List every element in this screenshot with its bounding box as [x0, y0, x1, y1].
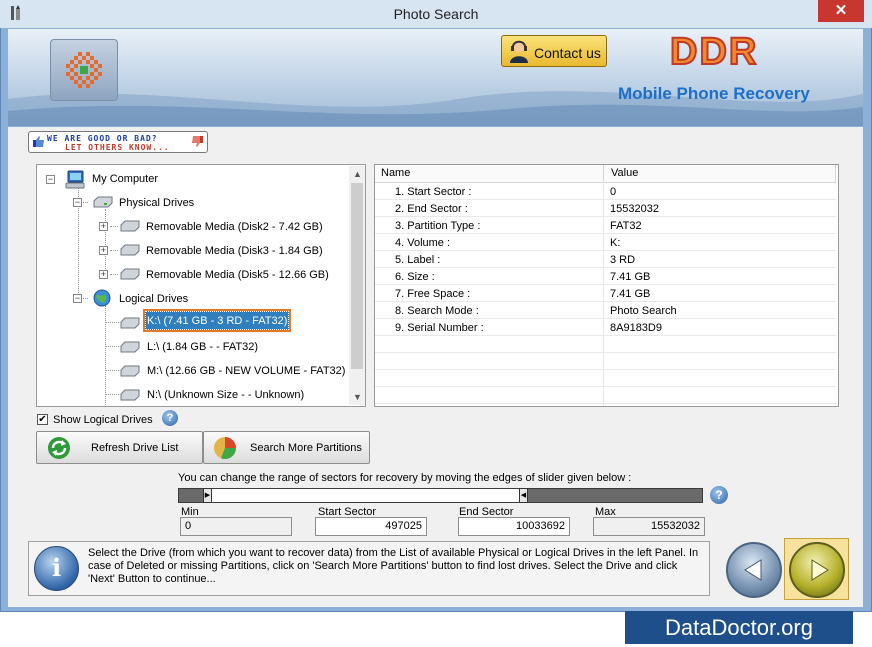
- checker-logo-icon: [66, 52, 102, 88]
- tree-item-physical-drives[interactable]: Physical Drives: [119, 197, 194, 209]
- min-field: 0: [180, 517, 292, 536]
- slider-end-handle[interactable]: ◀: [519, 488, 528, 503]
- tree-collapse-toggle[interactable]: −: [73, 294, 82, 303]
- table-cell-name: 1. Start Sector :: [395, 186, 472, 198]
- drive-icon: [120, 389, 140, 401]
- drive-icon: [120, 244, 140, 256]
- drive-icon: [120, 268, 140, 280]
- refresh-drive-list-button[interactable]: Refresh Drive List: [36, 431, 203, 464]
- column-header-value[interactable]: Value: [611, 167, 638, 179]
- tree-item-physical-drive[interactable]: Removable Media (Disk3 - 1.84 GB): [146, 245, 323, 257]
- back-arrow-icon: [744, 559, 762, 581]
- thumbs-down-icon: [192, 136, 203, 147]
- table-cell-name: 2. End Sector :: [395, 203, 468, 215]
- tree-item-physical-drive[interactable]: Removable Media (Disk2 - 7.42 GB): [146, 221, 323, 233]
- table-cell-name: 3. Partition Type :: [395, 220, 481, 232]
- contact-us-label: Contact us: [534, 45, 601, 61]
- tree-item-physical-drive[interactable]: Removable Media (Disk5 - 12.66 GB): [146, 269, 329, 281]
- table-cell-value: FAT32: [610, 220, 642, 232]
- instructions-text: Select the Drive (from which you want to…: [88, 547, 699, 585]
- brand-logo-text: DDR: [669, 30, 759, 74]
- show-logical-label[interactable]: Show Logical Drives: [53, 414, 153, 426]
- table-header: Name Value: [375, 165, 836, 183]
- tree-expand-toggle[interactable]: +: [99, 222, 108, 231]
- tree-item-logical-drive[interactable]: M:\ (12.66 GB - NEW VOLUME - FAT32): [147, 365, 345, 377]
- rate-us-line1: WE ARE GOOD OR BAD?: [47, 134, 158, 143]
- start-sector-input[interactable]: 497025: [315, 517, 427, 536]
- tree-scrollbar-thumb[interactable]: [351, 183, 363, 369]
- table-cell-value: K:: [610, 237, 621, 249]
- tree-expand-toggle[interactable]: +: [99, 270, 108, 279]
- info-icon: i: [34, 546, 79, 591]
- drive-tree[interactable]: − My Computer − Physical Drives + Remova…: [36, 164, 366, 407]
- refresh-button-label: Refresh Drive List: [91, 442, 179, 454]
- table-cell-name: 6. Size :: [395, 271, 435, 283]
- window-title: Photo Search: [393, 6, 479, 22]
- tree-collapse-toggle[interactable]: −: [46, 175, 55, 184]
- tree-item-logical-drive[interactable]: L:\ (1.84 GB - - FAT32): [147, 341, 258, 353]
- table-cell-value: 3 RD: [610, 254, 636, 266]
- close-button[interactable]: ✕: [818, 0, 864, 22]
- table-cell-name: 7. Free Space :: [395, 288, 471, 300]
- next-button[interactable]: [789, 542, 845, 598]
- product-tagline: Mobile Phone Recovery: [618, 84, 810, 103]
- refresh-icon: [48, 437, 70, 459]
- header-banner: Contact us DDR Mobile Phone Recovery: [8, 29, 863, 126]
- table-cell-value: 7.41 GB: [610, 288, 651, 300]
- app-logo: [50, 39, 118, 101]
- drive-properties-table: Name Value 1. Start Sector : 0 2. End Se…: [374, 164, 839, 407]
- globe-icon: [93, 289, 111, 307]
- scroll-up-icon[interactable]: ▲: [353, 169, 362, 179]
- column-header-name[interactable]: Name: [381, 167, 410, 179]
- tree-item-my-computer[interactable]: My Computer: [92, 173, 158, 185]
- rate-us-badge[interactable]: WE ARE GOOD OR BAD? LET OTHERS KNOW...: [28, 131, 208, 153]
- support-person-icon: [510, 40, 528, 63]
- max-field: 15532032: [593, 517, 705, 536]
- footer-brand: DataDoctor.org: [625, 611, 853, 644]
- contact-us-button[interactable]: Contact us: [501, 35, 607, 67]
- table-cell-value: Photo Search: [610, 305, 677, 317]
- drive-icon: [93, 196, 113, 208]
- end-sector-input[interactable]: 10033692: [458, 517, 570, 536]
- slider-start-handle[interactable]: ▶: [203, 488, 212, 503]
- drive-icon: [120, 317, 140, 329]
- tree-item-logical-drives[interactable]: Logical Drives: [119, 293, 188, 305]
- table-cell-name: 4. Volume :: [395, 237, 451, 249]
- table-cell-value: 15532032: [610, 203, 659, 215]
- back-button[interactable]: [726, 542, 782, 598]
- table-cell-name: 8. Search Mode :: [395, 305, 479, 317]
- tree-item-logical-drive[interactable]: N:\ (Unknown Size - - Unknown): [147, 389, 304, 401]
- main-panel: WE ARE GOOD OR BAD? LET OTHERS KNOW... −: [8, 127, 863, 607]
- thumbs-icon: [33, 136, 44, 147]
- pie-chart-icon: [214, 437, 237, 460]
- table-cell-value: 0: [610, 186, 617, 198]
- drive-icon: [120, 220, 140, 232]
- help-icon[interactable]: ?: [710, 486, 728, 504]
- computer-icon: [65, 170, 85, 189]
- show-logical-checkbox[interactable]: ✔: [37, 414, 48, 425]
- search-button-label: Search More Partitions: [250, 442, 362, 454]
- search-more-partitions-button[interactable]: Search More Partitions: [203, 431, 370, 464]
- help-icon[interactable]: ?: [162, 410, 178, 426]
- drive-icon: [120, 365, 140, 377]
- table-cell-value: 7.41 GB: [610, 271, 651, 283]
- tree-expand-toggle[interactable]: +: [99, 246, 108, 255]
- table-cell-name: 9. Serial Number :: [395, 322, 484, 334]
- slider-hint: You can change the range of sectors for …: [178, 472, 632, 484]
- drive-icon: [120, 341, 140, 353]
- sector-range-selection: [211, 488, 523, 503]
- table-cell-name: 5. Label :: [395, 254, 441, 266]
- tree-collapse-toggle[interactable]: −: [73, 198, 82, 207]
- next-arrow-icon: [811, 559, 829, 581]
- scroll-down-icon[interactable]: ▼: [353, 392, 362, 402]
- rate-us-line2: LET OTHERS KNOW...: [65, 143, 170, 152]
- table-cell-value: 8A9183D9: [610, 322, 662, 334]
- tree-item-logical-drive-selected[interactable]: K:\ (7.41 GB - 3 RD - FAT32): [147, 315, 287, 327]
